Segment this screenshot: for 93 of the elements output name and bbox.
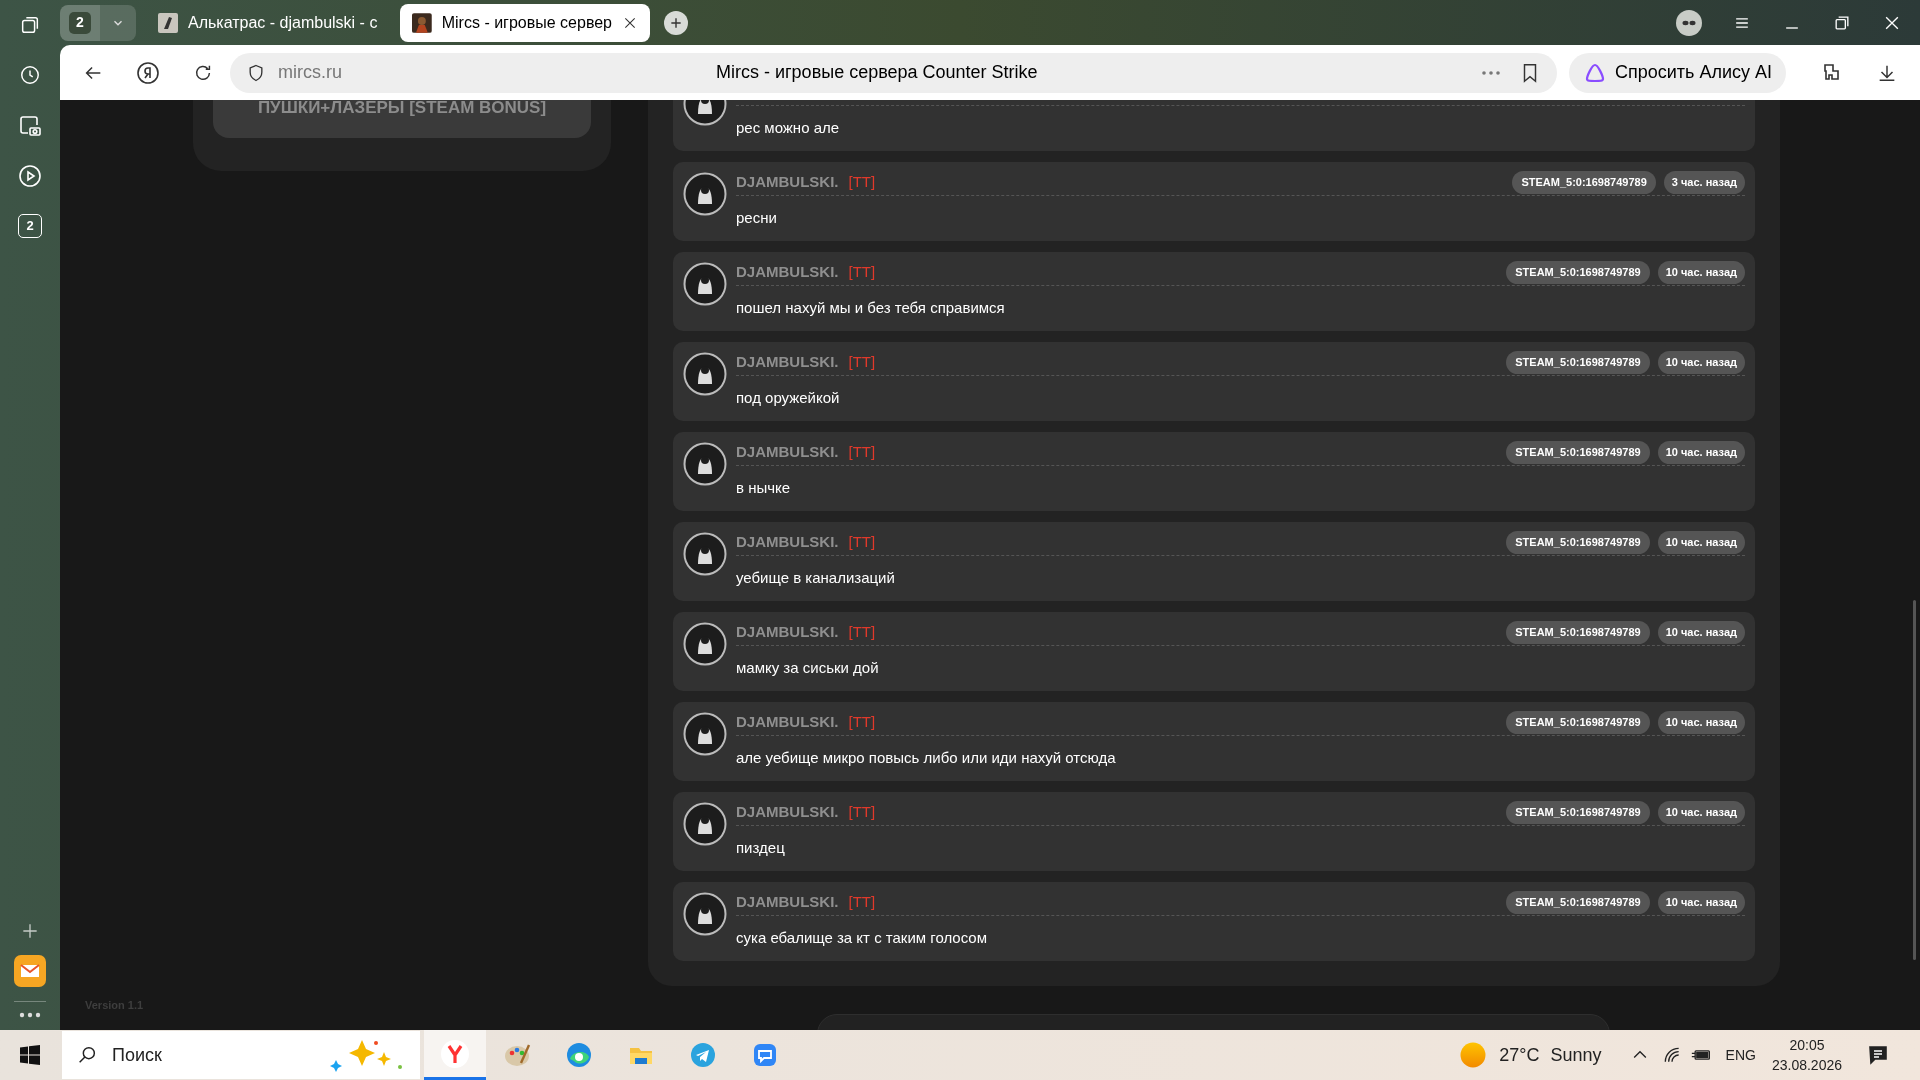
- browser-tab[interactable]: Алькатрас - djambulski - с: [146, 3, 396, 42]
- steam-id-badge: STEAM_5:0:1698749789: [1506, 621, 1650, 644]
- team-tag: [TT]: [848, 621, 876, 644]
- team-tag: [TT]: [848, 801, 876, 824]
- steam-id-badge: STEAM_5:0:1698749789: [1506, 441, 1650, 464]
- yandex-icon[interactable]: [136, 60, 160, 85]
- browser-tab[interactable]: Mircs - игровые сервер: [400, 3, 650, 42]
- steam-id-badge: STEAM_5:0:1698749789: [1506, 711, 1650, 734]
- notifications-icon[interactable]: [1866, 1043, 1890, 1067]
- steam-id-badge: STEAM_5:0:1698749789: [1512, 171, 1656, 194]
- sun-icon: [1460, 1042, 1487, 1068]
- yandex-browser-taskbar-icon[interactable]: [424, 1030, 486, 1080]
- temperature-text: 27°C: [1499, 1043, 1540, 1067]
- time-badge: 10 час. назад: [1657, 441, 1745, 464]
- steam-id-badge: STEAM_5:0:1698749789: [1506, 351, 1650, 374]
- tab-title: Алькатрас - djambulski - с: [188, 12, 378, 33]
- clock[interactable]: 20:05 23.08.2026: [1771, 1035, 1842, 1075]
- add-icon[interactable]: [20, 921, 40, 941]
- url-text: mircs.ru: [278, 61, 342, 84]
- time-badge: 10 час. назад: [1657, 801, 1745, 824]
- weather-text: Sunny: [1550, 1043, 1602, 1067]
- player-name: DJAMBULSKI.: [736, 172, 839, 193]
- site-icon: [412, 12, 432, 33]
- tab-count-badge[interactable]: 2: [18, 214, 42, 238]
- team-tag: [TT]: [848, 891, 876, 914]
- player-name: DJAMBULSKI.: [736, 262, 839, 283]
- team-tag: [TT]: [848, 711, 876, 734]
- player-name: DJAMBULSKI.: [736, 712, 839, 733]
- chat-app-icon[interactable]: [751, 1041, 779, 1069]
- search-icon[interactable]: [76, 1044, 98, 1066]
- message-text: под оружейкой: [736, 388, 840, 408]
- steam-id-badge: STEAM_5:0:1698749789: [1506, 891, 1650, 914]
- time-badge: 10 час. назад: [1657, 711, 1745, 734]
- player-name: DJAMBULSKI.: [736, 532, 839, 553]
- player-name: DJAMBULSKI.: [736, 352, 839, 373]
- screenshot-icon[interactable]: [18, 114, 42, 138]
- avatar-icon: [683, 352, 727, 396]
- time-badge: 10 час. назад: [1657, 891, 1745, 914]
- edge-browser-icon[interactable]: [565, 1041, 593, 1069]
- taskbar-search-field[interactable]: Поиск: [62, 1031, 420, 1079]
- message-text: в нычке: [736, 478, 791, 498]
- player-name: DJAMBULSKI.: [736, 892, 839, 913]
- message-text: ресни: [736, 208, 777, 228]
- avatar-icon: [683, 172, 727, 216]
- plus-icon: [669, 15, 683, 30]
- time-badge: 3 час. назад: [1663, 171, 1745, 194]
- steam-id-badge: STEAM_5:0:1698749789: [1506, 801, 1650, 824]
- tabs-icon[interactable]: [19, 14, 41, 36]
- steam-id-badge: STEAM_5:0:1698749789: [1506, 261, 1650, 284]
- play-icon[interactable]: [18, 164, 42, 188]
- avatar-icon: [683, 442, 727, 486]
- assistant-button[interactable]: Спросить Алису AI: [1569, 52, 1787, 93]
- windows-start-icon[interactable]: [20, 1045, 40, 1065]
- avatar-icon: [683, 622, 727, 666]
- page-title: Mircs - игровые сервера Counter Strike: [716, 61, 1038, 84]
- player-name: DJAMBULSKI.: [736, 802, 839, 823]
- time-badge: 10 час. назад: [1657, 351, 1745, 374]
- message-text: уебище в канализаций: [736, 568, 895, 588]
- player-name: DJAMBULSKI.: [736, 622, 839, 643]
- steam-id-badge: STEAM_5:0:1698749789: [1506, 531, 1650, 554]
- message-text: сука ебалище за кт с таким голосом: [736, 928, 987, 948]
- avatar-icon: [683, 892, 727, 936]
- team-tag: [TT]: [848, 171, 876, 194]
- more-icon[interactable]: [1481, 69, 1501, 76]
- team-tag: [TT]: [848, 261, 876, 284]
- profile-avatar-icon[interactable]: [1676, 9, 1702, 36]
- message-text: мамку за сиськи дой: [736, 658, 879, 678]
- tab-count-button[interactable]: 2: [60, 4, 100, 41]
- time-badge: 10 час. назад: [1657, 621, 1745, 644]
- message-text: пошел нахуй мы и без тебя справимся: [736, 298, 1005, 318]
- mail-icon[interactable]: [14, 955, 46, 987]
- team-tag: [TT]: [848, 351, 876, 374]
- time-badge: 10 час. назад: [1657, 531, 1745, 554]
- site-icon: [158, 12, 178, 33]
- address-field[interactable]: mircs.ru Mircs - игровые сервера Counter Strike: [230, 52, 1557, 93]
- telegram-icon[interactable]: [689, 1041, 717, 1069]
- avatar-icon: [683, 532, 727, 576]
- history-icon[interactable]: [19, 64, 41, 86]
- message-text: пиздец: [736, 838, 785, 858]
- tab-title: Mircs - игровые сервер: [441, 12, 612, 33]
- more-icon[interactable]: [19, 1012, 41, 1018]
- search-placeholder: Поиск: [112, 1043, 162, 1067]
- team-tag: [TT]: [848, 441, 876, 464]
- avatar-icon: [683, 802, 727, 846]
- avatar-icon: [683, 712, 727, 756]
- new-tab-button[interactable]: [664, 10, 688, 35]
- time-badge: 10 час. назад: [1657, 261, 1745, 284]
- message-text: рес можно але: [736, 118, 840, 138]
- language-indicator[interactable]: ENG: [1725, 1044, 1756, 1066]
- avatar-icon: [683, 262, 727, 306]
- player-name: DJAMBULSKI.: [736, 442, 839, 463]
- message-text: але уебище микро повысь либо или иди нахуй отсюда: [736, 748, 1116, 768]
- team-tag: [TT]: [848, 531, 876, 554]
